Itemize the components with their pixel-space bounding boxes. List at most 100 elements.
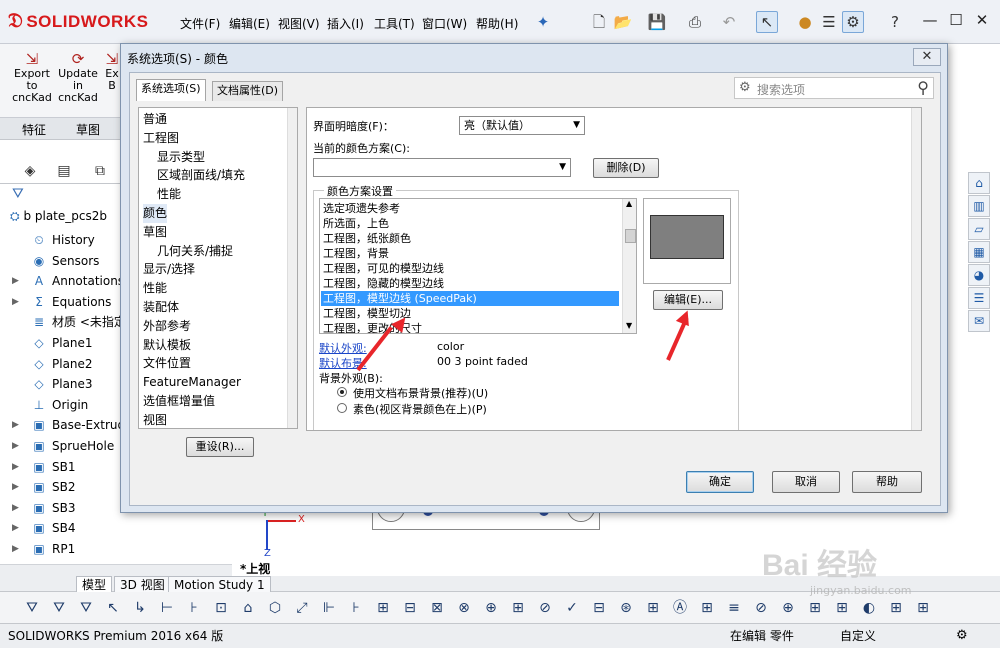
- filter-icon[interactable]: ⛛: [49, 598, 69, 618]
- scroll-down-icon[interactable]: ▼: [626, 321, 632, 330]
- help-button[interactable]: 帮助: [852, 471, 922, 493]
- expand-arrow-icon[interactable]: ▶: [12, 539, 19, 559]
- ok-button[interactable]: 确定: [686, 471, 754, 493]
- category-item[interactable]: 选值框增量值: [143, 392, 215, 411]
- tab-model[interactable]: 模型: [76, 576, 113, 592]
- configuration-icon[interactable]: ⧉: [86, 160, 114, 182]
- scheme-item[interactable]: 工程图，可见的模型边线: [321, 261, 619, 276]
- expand-arrow-icon[interactable]: ▶: [12, 436, 19, 456]
- category-item[interactable]: 文件位置: [143, 354, 191, 373]
- forum-icon[interactable]: ✉: [968, 310, 990, 332]
- menu-help[interactable]: 帮助(H): [476, 15, 518, 32]
- scheme-item[interactable]: 工程图，纸张颜色: [321, 231, 619, 246]
- bracket-icon[interactable]: ⊦: [346, 598, 366, 618]
- expand-arrow-icon[interactable]: ▶: [12, 292, 19, 312]
- help-question-icon[interactable]: ?: [884, 11, 906, 33]
- frame-icon[interactable]: ⊞: [832, 598, 852, 618]
- status-settings-icon[interactable]: ⚙: [956, 625, 968, 647]
- rect-icon[interactable]: ⊟: [400, 598, 420, 618]
- options-category-list[interactable]: 普通 工程图 显示类型 区域剖面线/填充 性能 颜色 草图 几何关系/捕捉 显示/选择 性能 装配体…: [138, 107, 298, 429]
- shape-icon[interactable]: ⌂: [238, 598, 258, 618]
- pin-icon[interactable]: ✦: [532, 11, 554, 33]
- menu-view[interactable]: 视图(V): [278, 15, 320, 32]
- menu-file[interactable]: 文件(F): [180, 15, 220, 32]
- category-item[interactable]: 默认模板: [143, 336, 191, 355]
- scheme-item[interactable]: 工程图，背景: [321, 246, 619, 261]
- menu-edit[interactable]: 编辑(E): [229, 15, 270, 32]
- expand-arrow-icon[interactable]: ▶: [12, 518, 19, 538]
- line-icon[interactable]: ⊢: [157, 598, 177, 618]
- category-scrollbar[interactable]: [287, 108, 297, 428]
- radio-document-scene[interactable]: [337, 387, 347, 397]
- filter-icon[interactable]: ⛛: [76, 598, 96, 618]
- category-item[interactable]: 显示/选择: [143, 260, 195, 279]
- print-icon[interactable]: ⎙: [684, 11, 706, 33]
- category-item[interactable]: 草图: [143, 223, 167, 242]
- select-cursor-icon[interactable]: ↖: [756, 11, 778, 33]
- delete-button[interactable]: 删除(D): [593, 158, 659, 178]
- scheme-item[interactable]: 工程图，更改的尺寸: [321, 321, 619, 333]
- menu-insert[interactable]: 插入(I): [327, 15, 364, 32]
- constraint-icon[interactable]: ⊦: [184, 598, 204, 618]
- circle-plus-icon[interactable]: ⊕: [481, 598, 501, 618]
- menu-tools[interactable]: 工具(T): [374, 15, 415, 32]
- tab-document-properties[interactable]: 文档属性(D): [212, 81, 284, 101]
- third-command-button[interactable]: ⇲ Ex B: [104, 50, 120, 92]
- scheme-list-thumb[interactable]: [625, 229, 636, 243]
- undo-icon[interactable]: ↶: [718, 11, 740, 33]
- open-folder-icon[interactable]: 📂: [612, 11, 634, 33]
- view-palette-icon[interactable]: ▦: [968, 241, 990, 263]
- cancel-button[interactable]: 取消: [772, 471, 840, 493]
- category-item[interactable]: 外部参考: [143, 317, 191, 336]
- default-appearance-link[interactable]: 默认外观:: [319, 340, 367, 356]
- filter-icon[interactable]: ⛛: [22, 598, 42, 618]
- category-item[interactable]: 几何关系/捕捉: [157, 242, 233, 261]
- tab-motion-study[interactable]: Motion Study 1: [168, 576, 271, 592]
- category-item[interactable]: 区域剖面线/填充: [157, 166, 245, 185]
- color-scheme-dropdown[interactable]: ▼: [313, 158, 571, 177]
- point-icon[interactable]: ↳: [130, 598, 150, 618]
- export-cnckad-button[interactable]: ⇲ Export to cncKad: [12, 50, 52, 104]
- target-icon[interactable]: ⊕: [778, 598, 798, 618]
- scheme-item[interactable]: 工程图，模型切边: [321, 306, 619, 321]
- save-icon[interactable]: 💾: [646, 11, 668, 33]
- resize-icon[interactable]: ⤢: [292, 598, 312, 618]
- frame-icon[interactable]: ⊟: [589, 598, 609, 618]
- options-gear-icon[interactable]: ⚙: [842, 11, 864, 33]
- minimize-button[interactable]: —: [920, 10, 940, 30]
- scheme-list-scrollbar[interactable]: ▲ ▼: [622, 199, 636, 333]
- rebuild-icon[interactable]: ●: [794, 11, 816, 33]
- expand-arrow-icon[interactable]: ▶: [12, 498, 19, 518]
- new-document-icon[interactable]: 🗋: [588, 11, 610, 33]
- search-options-field[interactable]: ⚙ 搜索选项 ⚲: [734, 77, 934, 99]
- annotation-icon[interactable]: Ⓐ: [670, 598, 690, 618]
- box-cross-icon[interactable]: ⊠: [427, 598, 447, 618]
- frame-icon[interactable]: ⊞: [886, 598, 906, 618]
- category-item[interactable]: 性能: [157, 185, 181, 204]
- category-item[interactable]: 性能: [143, 279, 167, 298]
- shade-icon[interactable]: ◐: [859, 598, 879, 618]
- no-icon[interactable]: ⊘: [751, 598, 771, 618]
- search-icon[interactable]: ⚲: [917, 78, 929, 97]
- maximize-button[interactable]: ☐: [946, 10, 966, 30]
- scheme-item[interactable]: 工程图，隐藏的模型边线: [321, 276, 619, 291]
- close-button[interactable]: ✕: [972, 10, 992, 30]
- dialog-close-button[interactable]: ✕: [913, 48, 941, 66]
- frame-icon[interactable]: ⊞: [643, 598, 663, 618]
- category-item[interactable]: 显示类型: [157, 148, 205, 167]
- select-icon[interactable]: ↖: [103, 598, 123, 618]
- design-library-icon[interactable]: ▥: [968, 195, 990, 217]
- hexagon-icon[interactable]: ⬡: [265, 598, 285, 618]
- frame-icon[interactable]: ⊞: [508, 598, 528, 618]
- category-item[interactable]: 工程图: [143, 129, 179, 148]
- tab-features[interactable]: 特征: [22, 121, 46, 138]
- brightness-dropdown[interactable]: 亮（默认值） ▼: [459, 116, 585, 135]
- frame-icon[interactable]: ⊞: [697, 598, 717, 618]
- tab-3d-view[interactable]: 3D 视图: [114, 576, 171, 592]
- update-cnckad-button[interactable]: ⟳ Update in cncKad: [58, 50, 98, 104]
- solidworks-logo[interactable]: 𝔇 SOLIDWORKS: [8, 10, 148, 33]
- expand-arrow-icon[interactable]: ▶: [12, 271, 19, 291]
- category-item[interactable]: FeatureManager: [143, 373, 241, 392]
- edit-color-button[interactable]: 编辑(E)...: [653, 290, 723, 310]
- tab-system-options[interactable]: 系统选项(S): [136, 79, 206, 101]
